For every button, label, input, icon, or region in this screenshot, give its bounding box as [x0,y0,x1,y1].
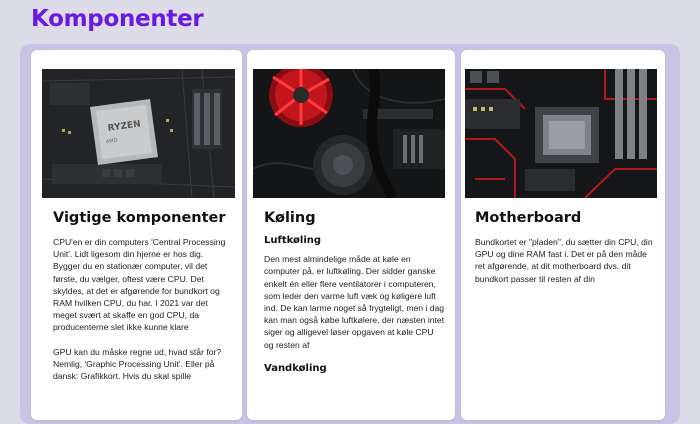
card-vigtige-komponenter: RYZEN AMD Vigtige komponenter CPU'en er … [31,50,242,420]
card-title: Køling [264,210,316,226]
card-body: Bundkortet er "pladen", du sætter din CP… [475,236,655,285]
cpu-image: RYZEN AMD [42,69,235,198]
card-koeling: Køling Luftkøling Den mest almindelige m… [247,50,455,420]
card-body: CPU'en er din computers 'Central Process… [53,236,230,382]
section-heading-vandkoeling: Vandkøling [264,362,327,374]
cpu-paragraph: CPU'en er din computers 'Central Process… [53,237,226,333]
page-title: Komponenter [31,6,204,32]
motherboard-paragraph: Bundkortet er "pladen", du sætter din CP… [475,237,653,284]
motherboard-image [465,69,657,198]
cooling-fan-photo-illustration [253,69,445,198]
card-title: Motherboard [475,210,582,226]
card-motherboard: Motherboard Bundkortet er "pladen", du s… [461,50,665,420]
section-heading-luftkoeling: Luftkøling [264,235,322,246]
section-text-luftkoeling: Den mest almindelige måde at køle en com… [264,254,445,350]
cooling-fan-image [253,69,445,198]
motherboard-photo-illustration [465,69,657,198]
card-body: Luftkøling Den mest almindelige måde at … [264,235,445,375]
card-title: Vigtige komponenter [53,210,226,226]
cpu-photo-illustration: RYZEN AMD [42,69,235,198]
gpu-paragraph: GPU kan du måske regne ud, hvad står for… [53,346,222,382]
